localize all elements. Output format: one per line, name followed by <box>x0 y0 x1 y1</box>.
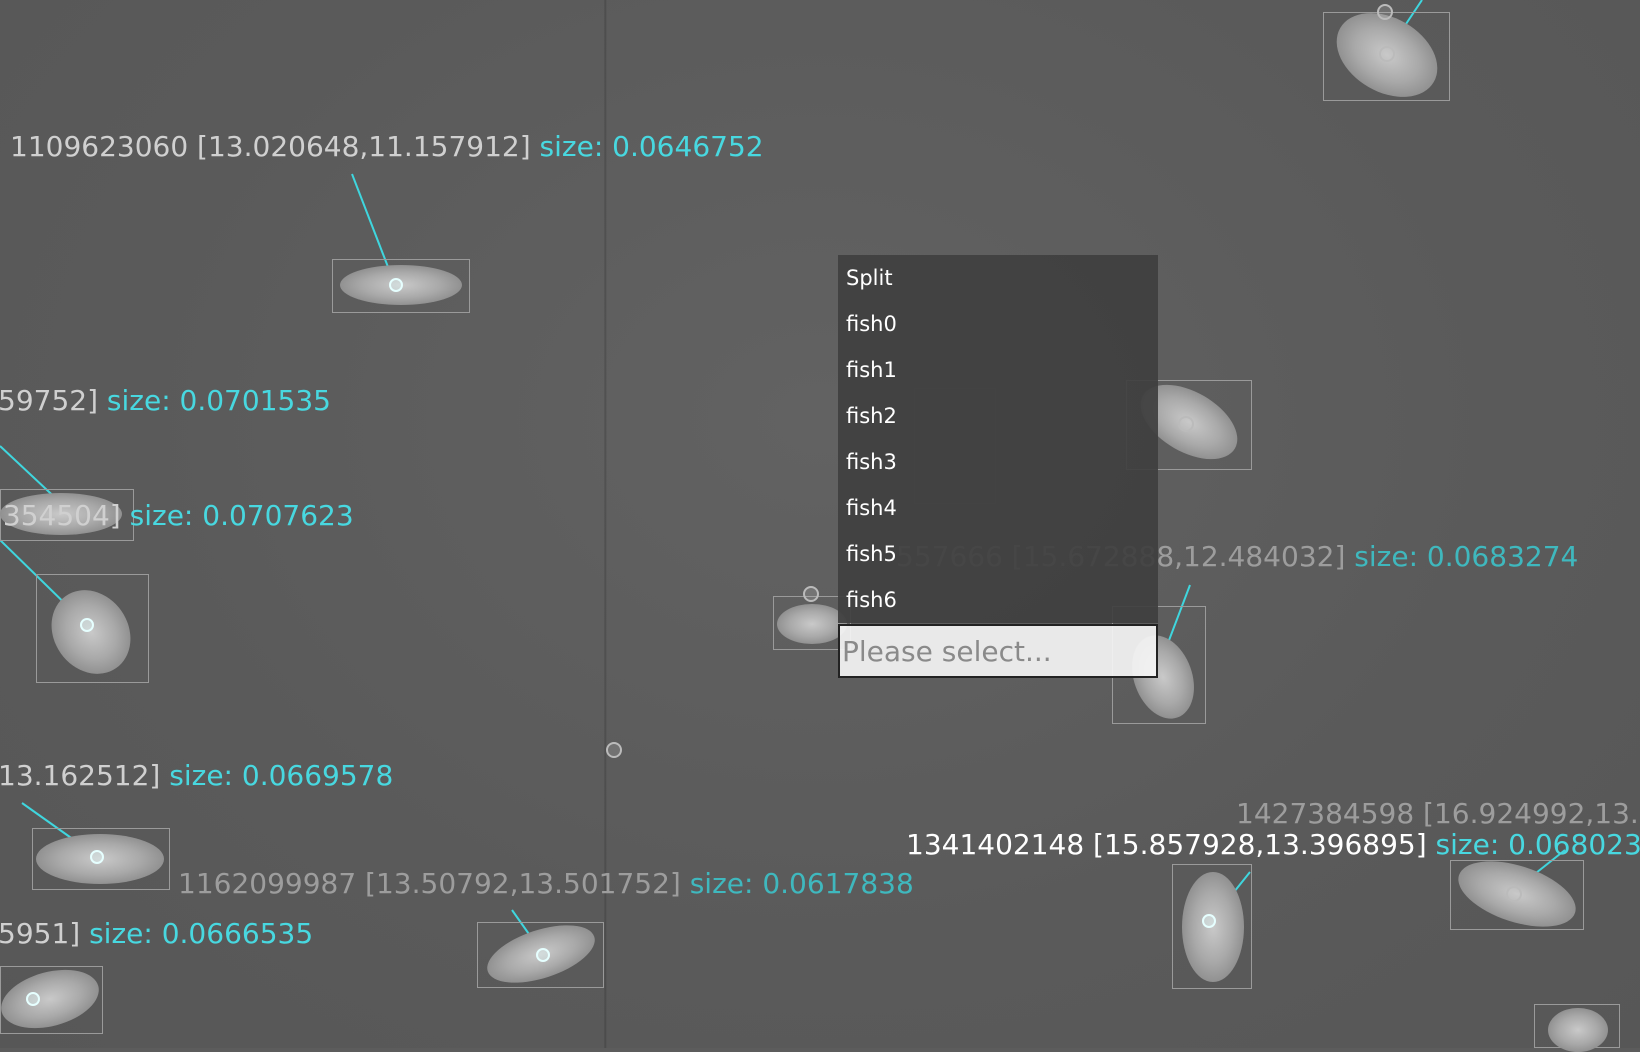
tracked-fish[interactable] <box>35 574 149 690</box>
dropdown-item-fish2[interactable]: fish2 <box>838 393 1158 439</box>
dropdown-item-fish5[interactable]: fish5 <box>838 531 1158 577</box>
track-id: .354504] <box>0 499 121 532</box>
tracked-fish[interactable] <box>1321 0 1453 115</box>
dropdown-item-fish3[interactable]: fish3 <box>838 439 1158 485</box>
track-size: size: 0.0669578 <box>169 759 394 792</box>
track-size: size: 0.0666535 <box>89 917 314 950</box>
centroid-marker <box>26 992 40 1006</box>
centroid-marker <box>606 742 622 758</box>
tracked-fish[interactable] <box>1450 848 1584 940</box>
track-label: 13.162512] size: 0.0669578 <box>0 760 393 792</box>
centroid-marker <box>536 948 550 962</box>
centroid-marker <box>1506 886 1522 902</box>
track-id: 5951] <box>0 917 81 950</box>
track-id: 1109623060 [13.020648,11.157912] <box>10 130 531 163</box>
centroid-marker <box>803 586 819 602</box>
identity-dropdown-menu[interactable]: Split fish0 fish1 fish2 fish3 fish4 fish… <box>838 255 1158 623</box>
track-id: 13.162512] <box>0 759 161 792</box>
dropdown-item-split[interactable]: Split <box>838 255 1158 301</box>
tracked-fish[interactable] <box>332 259 470 313</box>
dropdown-item-fish6[interactable]: fish6 <box>838 577 1158 623</box>
identity-select-input[interactable] <box>838 624 1158 678</box>
track-label: 1162099987 [13.50792,13.501752] size: 0.… <box>178 868 914 900</box>
track-id: 59752] <box>0 384 98 417</box>
track-label: 1109623060 [13.020648,11.157912] size: 0… <box>10 131 764 163</box>
track-label: .354504] size: 0.0707623 <box>0 500 354 532</box>
centroid-marker <box>90 850 104 864</box>
track-size: size: 0.0680231 <box>1435 828 1640 861</box>
track-size: size: 0.0683274 <box>1354 540 1579 573</box>
tracked-fish[interactable] <box>477 913 604 995</box>
centroid-marker <box>1202 914 1216 928</box>
track-size: size: 0.0707623 <box>129 499 354 532</box>
track-label: 1427384598 [16.924992,13.27 <box>1236 798 1640 830</box>
track-id: 1341402148 [15.857928,13.396895] <box>906 828 1427 861</box>
dropdown-item-fish4[interactable]: fish4 <box>838 485 1158 531</box>
track-size: size: 0.0646752 <box>539 130 764 163</box>
track-label: 5951] size: 0.0666535 <box>0 918 313 950</box>
centroid-marker <box>1178 416 1194 432</box>
tracked-fish[interactable] <box>0 959 106 1039</box>
fish-body <box>1182 872 1244 982</box>
track-size: size: 0.0617838 <box>689 867 914 900</box>
centroid-marker <box>1379 46 1395 62</box>
track-id: 1427384598 [16.924992,13.27 <box>1236 797 1640 830</box>
track-id: 1162099987 [13.50792,13.501752] <box>178 867 681 900</box>
centroid-marker <box>80 618 94 632</box>
centroid-marker <box>389 278 403 292</box>
track-label: 1341402148 [15.857928,13.396895] size: 0… <box>906 829 1640 861</box>
centroid-marker <box>1377 4 1393 20</box>
track-label: 59752] size: 0.0701535 <box>0 385 331 417</box>
fish-body <box>1548 1008 1608 1052</box>
tracked-fish[interactable] <box>1534 1004 1620 1052</box>
dropdown-item-fish0[interactable]: fish0 <box>838 301 1158 347</box>
video-viewport[interactable]: 1109623060 [13.020648,11.157912] size: 0… <box>0 0 1640 1052</box>
track-size: size: 0.0701535 <box>106 384 331 417</box>
tracked-fish[interactable] <box>1172 864 1252 989</box>
tracked-fish[interactable] <box>32 828 170 890</box>
fish-body <box>777 604 847 644</box>
dropdown-item-fish1[interactable]: fish1 <box>838 347 1158 393</box>
